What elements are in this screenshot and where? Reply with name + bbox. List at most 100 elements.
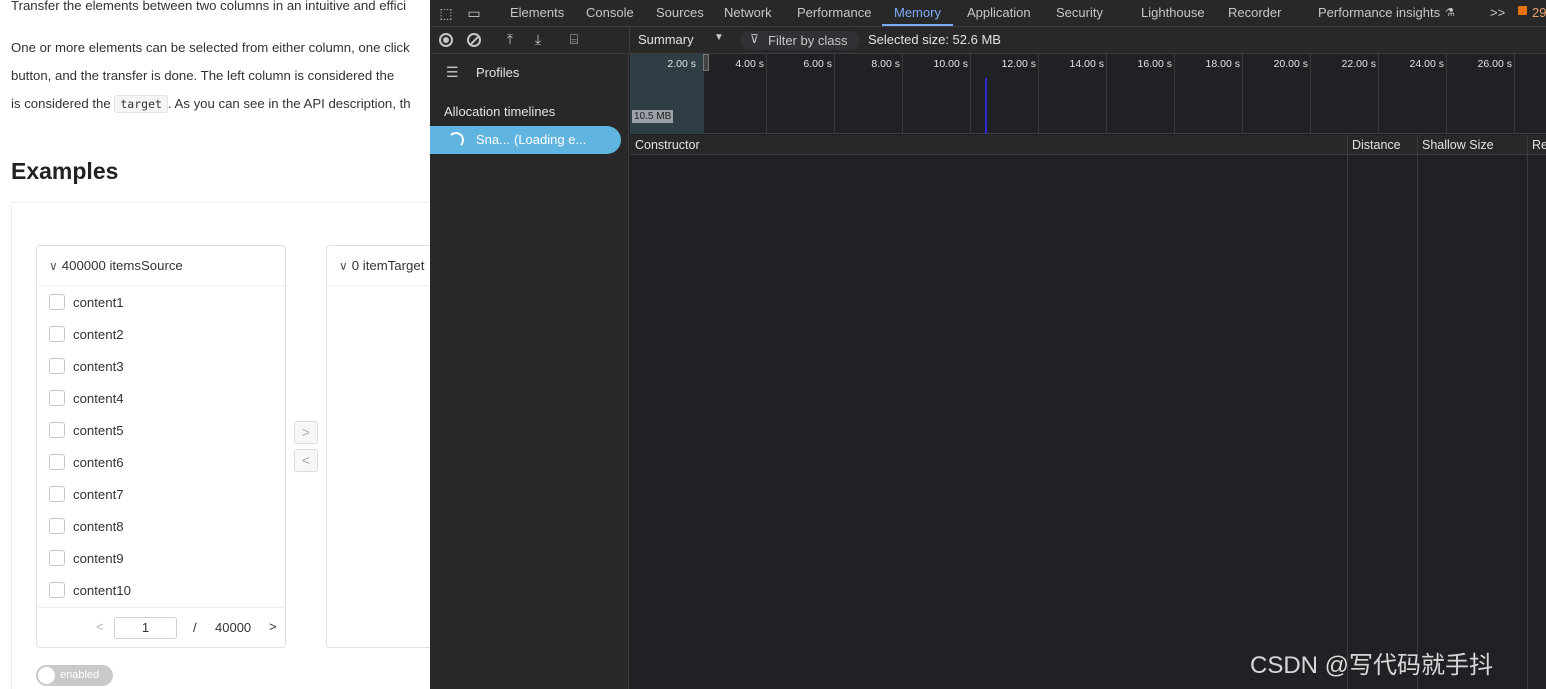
tick-gridline: [834, 54, 835, 134]
move-left-button[interactable]: <: [294, 449, 318, 472]
item-checkbox[interactable]: [49, 518, 65, 534]
tab-memory[interactable]: Memory: [882, 0, 953, 26]
tick-gridline: [1038, 54, 1039, 134]
list-item[interactable]: content9: [49, 550, 124, 566]
tick-gridline: [1310, 54, 1311, 134]
item-checkbox[interactable]: [49, 294, 65, 310]
tick-gridline: [902, 54, 903, 134]
item-checkbox[interactable]: [49, 326, 65, 342]
tab-network[interactable]: Network: [724, 0, 772, 26]
memory-toolbar: ⤒ ⤓ ⌸ Summary ▼ ⊽ Filter by class Select…: [430, 27, 1546, 54]
dropdown-caret-icon[interactable]: ▼: [714, 32, 724, 43]
download-icon[interactable]: ⤓: [530, 31, 546, 47]
tick-label: 20.00 s: [1273, 58, 1308, 70]
allocation-timeline[interactable]: 2.00 s 4.00 s 6.00 s 8.00 s 10.00 s 12.00 s 14…: [630, 54, 1546, 134]
issues-icon[interactable]: [1518, 6, 1527, 15]
device-toolbar-icon[interactable]: ▭: [466, 5, 482, 21]
profiles-label: Profiles: [476, 65, 520, 80]
item-label: content10: [73, 582, 131, 598]
allocation-bar: [985, 78, 987, 134]
tab-sources[interactable]: Sources: [656, 0, 704, 26]
tick-label: 22.00 s: [1341, 58, 1376, 70]
list-item[interactable]: content4: [49, 390, 124, 406]
upload-icon[interactable]: ⤒: [502, 31, 518, 47]
tick-label: 10.00 s: [933, 58, 968, 70]
list-item[interactable]: content1: [49, 294, 124, 310]
tick-gridline: [766, 54, 767, 134]
source-header-label: 400000 itemsSource: [61, 258, 183, 273]
item-label: content3: [73, 358, 124, 374]
column-divider: [1347, 135, 1348, 689]
source-header[interactable]: ∨ 400000 itemsSource: [37, 246, 285, 286]
tab-console[interactable]: Console: [586, 0, 634, 26]
column-shallow-size[interactable]: Shallow Size: [1422, 135, 1494, 155]
list-item[interactable]: content2: [49, 326, 124, 342]
page-input[interactable]: 1: [114, 617, 177, 639]
item-checkbox[interactable]: [49, 550, 65, 566]
settings-sliders-icon[interactable]: ☰: [446, 64, 459, 81]
tick-gridline: [1106, 54, 1107, 134]
record-icon[interactable]: [439, 33, 453, 47]
tab-elements[interactable]: Elements: [510, 0, 564, 26]
list-item[interactable]: content3: [49, 358, 124, 374]
item-label: content6: [73, 454, 124, 470]
more-tabs-icon[interactable]: >>: [1490, 0, 1505, 26]
tab-application[interactable]: Application: [967, 0, 1031, 26]
item-checkbox[interactable]: [49, 454, 65, 470]
tab-lighthouse[interactable]: Lighthouse: [1141, 0, 1205, 26]
enabled-switch[interactable]: enabled: [36, 665, 113, 686]
devtools-panel: ⬚ ▭ Elements Console Sources Network Perform…: [430, 0, 1546, 689]
item-label: content4: [73, 390, 124, 406]
tick-label: 4.00 s: [735, 58, 764, 70]
tick-label: 14.00 s: [1069, 58, 1104, 70]
inspect-element-icon[interactable]: ⬚: [438, 5, 454, 21]
transfer-target-panel: ∨ 0 itemTarget: [326, 245, 430, 648]
page-total: 40000: [215, 620, 252, 635]
tick-label: 26.00 s: [1477, 58, 1512, 70]
item-checkbox[interactable]: [49, 390, 65, 406]
tab-recorder[interactable]: Recorder: [1228, 0, 1281, 26]
item-label: content2: [73, 326, 124, 342]
next-page-icon[interactable]: >: [269, 619, 277, 634]
tab-performance-insights[interactable]: Performance insights: [1318, 0, 1440, 26]
item-checkbox[interactable]: [49, 422, 65, 438]
column-distance[interactable]: Distance: [1352, 135, 1401, 155]
item-label: content7: [73, 486, 124, 502]
target-header[interactable]: ∨ 0 itemTarget: [327, 246, 430, 286]
list-item[interactable]: content10: [49, 582, 131, 598]
column-constructor[interactable]: Constructor: [635, 135, 700, 155]
tick-label: 18.00 s: [1205, 58, 1240, 70]
snapshot-item[interactable]: Sna... (Loading e...: [430, 126, 621, 154]
list-item[interactable]: content6: [49, 454, 124, 470]
list-item[interactable]: content8: [49, 518, 124, 534]
item-checkbox[interactable]: [49, 486, 65, 502]
chevron-down-icon[interactable]: ∨: [339, 259, 348, 273]
list-item[interactable]: content5: [49, 422, 124, 438]
tab-performance[interactable]: Performance: [797, 0, 871, 26]
section-label: Allocation timelines: [444, 104, 556, 119]
item-label: content8: [73, 518, 124, 534]
view-select[interactable]: Summary: [638, 32, 694, 47]
tick-label: 2.00 s: [667, 58, 696, 70]
item-checkbox[interactable]: [49, 582, 65, 598]
garbage-collect-icon[interactable]: ⌸: [566, 31, 582, 47]
doc-intro-line: Transfer the elements between two column…: [11, 0, 407, 13]
devtools-tabbar: ⬚ ▭ Elements Console Sources Network Perform…: [430, 0, 1546, 27]
item-checkbox[interactable]: [49, 358, 65, 374]
prev-page-icon[interactable]: <: [96, 619, 104, 634]
target-header-label: 0 itemTarget: [351, 258, 425, 273]
filter-input[interactable]: ⊽ Filter by class: [740, 31, 860, 50]
tick-label: 16.00 s: [1137, 58, 1172, 70]
profiles-sidebar: ☰ Profiles Allocation timelines Sna... (…: [430, 54, 629, 689]
clear-icon[interactable]: [467, 33, 481, 47]
list-item[interactable]: content7: [49, 486, 124, 502]
move-right-button[interactable]: >: [294, 421, 318, 444]
chevron-down-icon[interactable]: ∨: [49, 259, 58, 273]
issue-count[interactable]: 29: [1532, 0, 1546, 26]
tick-gridline: [1446, 54, 1447, 134]
tick-label: 24.00 s: [1409, 58, 1444, 70]
tab-security[interactable]: Security: [1056, 0, 1103, 26]
doc-para-line: button, and the transfer is done. The le…: [11, 68, 395, 83]
watermark: CSDN @写代码就手抖: [1250, 652, 1494, 679]
column-retained-size[interactable]: Re: [1532, 135, 1546, 155]
